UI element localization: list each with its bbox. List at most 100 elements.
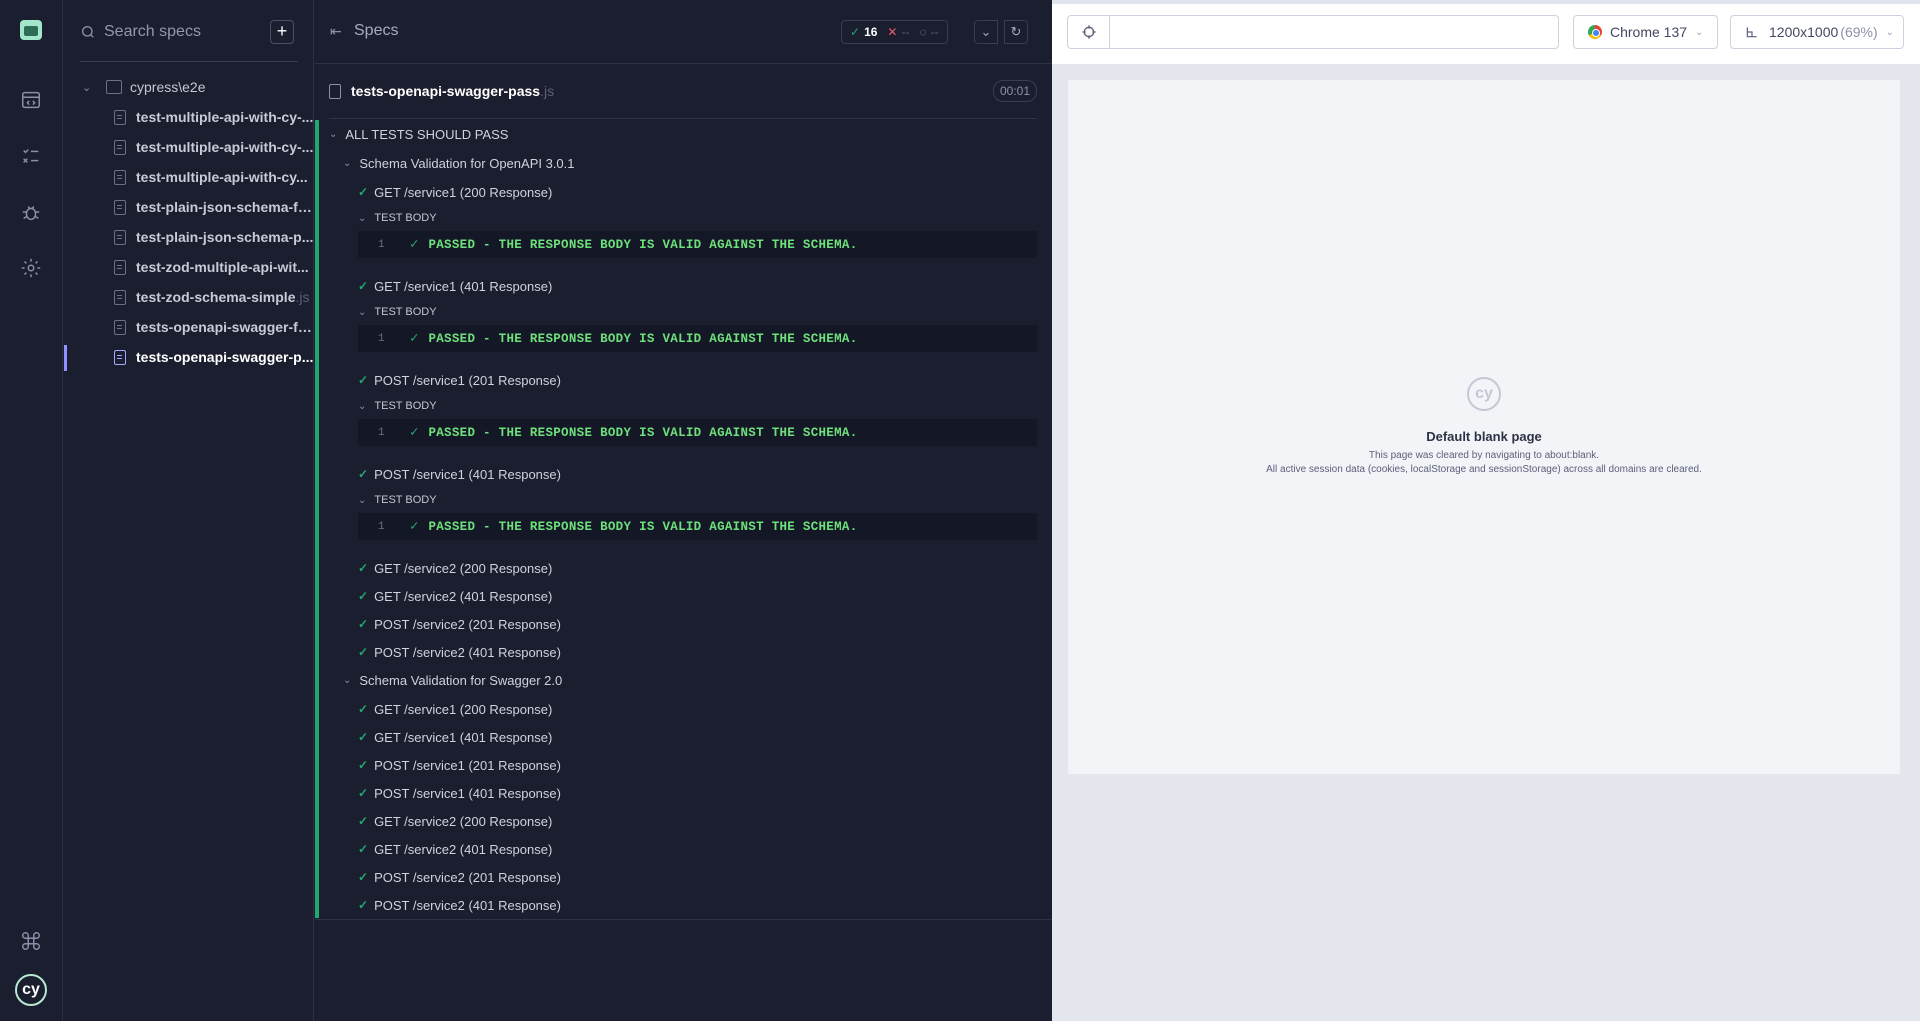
check-icon: ✓ — [358, 730, 369, 744]
cypress-logo-icon[interactable]: cy — [15, 974, 47, 1006]
test-title: POST /service1 (401 Response) — [374, 785, 561, 801]
browser-selector[interactable]: Chrome 137 ⌄ — [1573, 15, 1718, 49]
runs-nav-icon[interactable] — [20, 145, 42, 167]
test-body-label[interactable]: ⌄ TEST BODY — [358, 491, 437, 509]
test-row[interactable]: ✓ POST /service1 (201 Response) — [358, 756, 561, 774]
chevron-down-icon: ⌄ — [343, 157, 352, 169]
expand-collapse-button[interactable]: ⌄ — [974, 20, 998, 44]
test-row[interactable]: ✓ GET /service2 (401 Response) — [358, 587, 552, 605]
chevron-down-icon: ⌄ — [329, 128, 338, 140]
search-input[interactable] — [104, 23, 264, 41]
chevron-down-icon: ⌄ — [343, 674, 352, 686]
check-icon: ✓ — [358, 758, 369, 772]
test-title: GET /service1 (200 Response) — [374, 701, 553, 717]
chevron-down-icon: ⌄ — [358, 400, 367, 412]
spec-file-item[interactable]: test-multiple-api-with-cy... — [114, 166, 314, 188]
command-log-row[interactable]: 1 ✓ PASSED - THE RESPONSE BODY IS VALID AG… — [358, 325, 1037, 352]
folder-row[interactable]: ⌄ cypress\e2e — [82, 77, 205, 97]
test-row[interactable]: ✓ GET /service1 (401 Response) — [358, 728, 552, 746]
test-row[interactable]: ✓ POST /service2 (401 Response) — [358, 643, 561, 661]
command-number: 1 — [378, 238, 385, 251]
check-icon: ✓ — [358, 814, 369, 828]
viewport-ruler-icon — [1746, 27, 1757, 38]
spec-file-name: tests-openapi-swagger-p... — [136, 349, 314, 365]
app-logo-icon[interactable] — [20, 20, 42, 40]
test-row[interactable]: ✓ GET /service2 (401 Response) — [358, 840, 552, 858]
rerun-button[interactable]: ↻ — [1004, 20, 1028, 44]
spec-file-item[interactable]: tests-openapi-swagger-fa... — [114, 316, 314, 338]
settings-gear-icon[interactable] — [20, 257, 42, 279]
check-icon: ✓ — [358, 617, 369, 631]
spec-file-name: test-multiple-api-with-cy-... — [136, 139, 314, 155]
selector-playground-button[interactable] — [1068, 16, 1110, 48]
chevron-down-icon: ⌄ — [1695, 26, 1704, 38]
viewport-size: 1200x1000 — [1769, 24, 1839, 40]
viewport-selector[interactable]: 1200x1000 (69%) ⌄ — [1730, 15, 1904, 49]
test-title: POST /service1 (201 Response) — [374, 372, 561, 388]
cypress-logo-icon: cy — [1467, 377, 1501, 411]
document-icon — [114, 349, 126, 365]
keyboard-shortcuts-icon[interactable] — [20, 930, 42, 952]
check-icon: ✓ — [358, 467, 369, 481]
test-body-text: TEST BODY — [374, 400, 437, 412]
spec-file-ext: .js — [295, 289, 310, 305]
test-body-label[interactable]: ⌄ TEST BODY — [358, 397, 437, 415]
test-row[interactable]: ✓ POST /service2 (201 Response) — [358, 615, 561, 633]
folder-name: cypress\e2e — [130, 79, 206, 95]
suite-title: ALL TESTS SHOULD PASS — [345, 126, 509, 142]
spec-file-item[interactable]: test-multiple-api-with-cy-... — [114, 136, 314, 158]
test-stats: ✓ 16 ✕ -- ◌ -- — [841, 20, 948, 44]
group-title-row[interactable]: ⌄ Schema Validation for Swagger 2.0 — [343, 671, 562, 689]
test-title: POST /service2 (401 Response) — [374, 897, 561, 913]
spec-file-name: test-multiple-api-with-cy-... — [136, 109, 314, 125]
spec-file-item[interactable]: test-zod-schema-simple .js — [114, 286, 314, 308]
test-row[interactable]: ✓ POST /service1 (201 Response) — [358, 371, 561, 389]
test-row[interactable]: ✓ POST /service1 (401 Response) — [358, 784, 561, 802]
browser-name: Chrome 137 — [1610, 24, 1688, 40]
document-icon — [114, 319, 126, 335]
chrome-icon — [1588, 25, 1602, 39]
test-row[interactable]: ✓ GET /service2 (200 Response) — [358, 812, 552, 830]
command-log-row[interactable]: 1 ✓ PASSED - THE RESPONSE BODY IS VALID AG… — [358, 513, 1037, 540]
spec-file-item[interactable]: test-plain-json-schema-fa... — [114, 196, 314, 218]
test-title: GET /service2 (200 Response) — [374, 560, 553, 576]
command-log-row[interactable]: 1 ✓ PASSED - THE RESPONSE BODY IS VALID AG… — [358, 419, 1037, 446]
test-row[interactable]: ✓ GET /service1 (200 Response) — [358, 700, 552, 718]
test-row[interactable]: ✓ POST /service2 (401 Response) — [358, 896, 561, 914]
spec-file-ext: .js — [540, 83, 555, 99]
test-title: POST /service1 (401 Response) — [374, 466, 561, 482]
group-title-row[interactable]: ⌄ Schema Validation for OpenAPI 3.0.1 — [343, 154, 575, 172]
command-log-row[interactable]: 1 ✓ PASSED - THE RESPONSE BODY IS VALID AG… — [358, 231, 1037, 258]
group-title: Schema Validation for Swagger 2.0 — [359, 672, 563, 688]
debug-nav-icon[interactable] — [20, 201, 42, 223]
failed-count: ✕ -- — [887, 25, 909, 39]
document-icon — [114, 199, 126, 215]
spec-file-item[interactable]: test-plain-json-schema-p... — [114, 226, 314, 248]
test-body-text: TEST BODY — [374, 306, 437, 318]
aut-iframe[interactable]: cy Default blank page This page was clea… — [1068, 80, 1900, 774]
test-body-label[interactable]: ⌄ TEST BODY — [358, 209, 437, 227]
test-body-label[interactable]: ⌄ TEST BODY — [358, 303, 437, 321]
specs-nav-icon[interactable] — [20, 89, 42, 111]
specs-toggle-button[interactable]: ⇤ Specs — [330, 22, 398, 40]
test-title: POST /service2 (201 Response) — [374, 616, 561, 632]
spec-file-item[interactable]: test-zod-multiple-api-wit... — [114, 256, 314, 278]
check-icon: ✓ — [410, 331, 419, 347]
test-title: GET /service2 (200 Response) — [374, 813, 553, 829]
test-row[interactable]: ✓ GET /service1 (401 Response) — [358, 277, 552, 295]
test-row[interactable]: ✓ GET /service1 (200 Response) — [358, 183, 552, 201]
test-row[interactable]: ✓ POST /service1 (401 Response) — [358, 465, 561, 483]
left-nav: cy — [0, 0, 63, 1021]
pending-icon: ◌ — [919, 25, 927, 39]
spec-file-item-active[interactable]: tests-openapi-swagger-p... — [114, 346, 314, 368]
test-row[interactable]: ✓ POST /service2 (201 Response) — [358, 868, 561, 886]
spec-file-item[interactable]: test-multiple-api-with-cy-... — [114, 106, 314, 128]
add-spec-button[interactable]: + — [270, 20, 294, 44]
check-icon: ✓ — [358, 898, 369, 912]
check-icon: ✓ — [358, 185, 369, 199]
reporter-header: ⇤ Specs ✓ 16 ✕ -- ◌ -- ⌄ ↻ — [315, 0, 1052, 64]
test-row[interactable]: ✓ GET /service2 (200 Response) — [358, 559, 552, 577]
url-input[interactable] — [1116, 22, 1546, 42]
viewport-zoom: (69%) — [1840, 24, 1878, 40]
suite-title-row[interactable]: ⌄ ALL TESTS SHOULD PASS — [329, 125, 508, 143]
